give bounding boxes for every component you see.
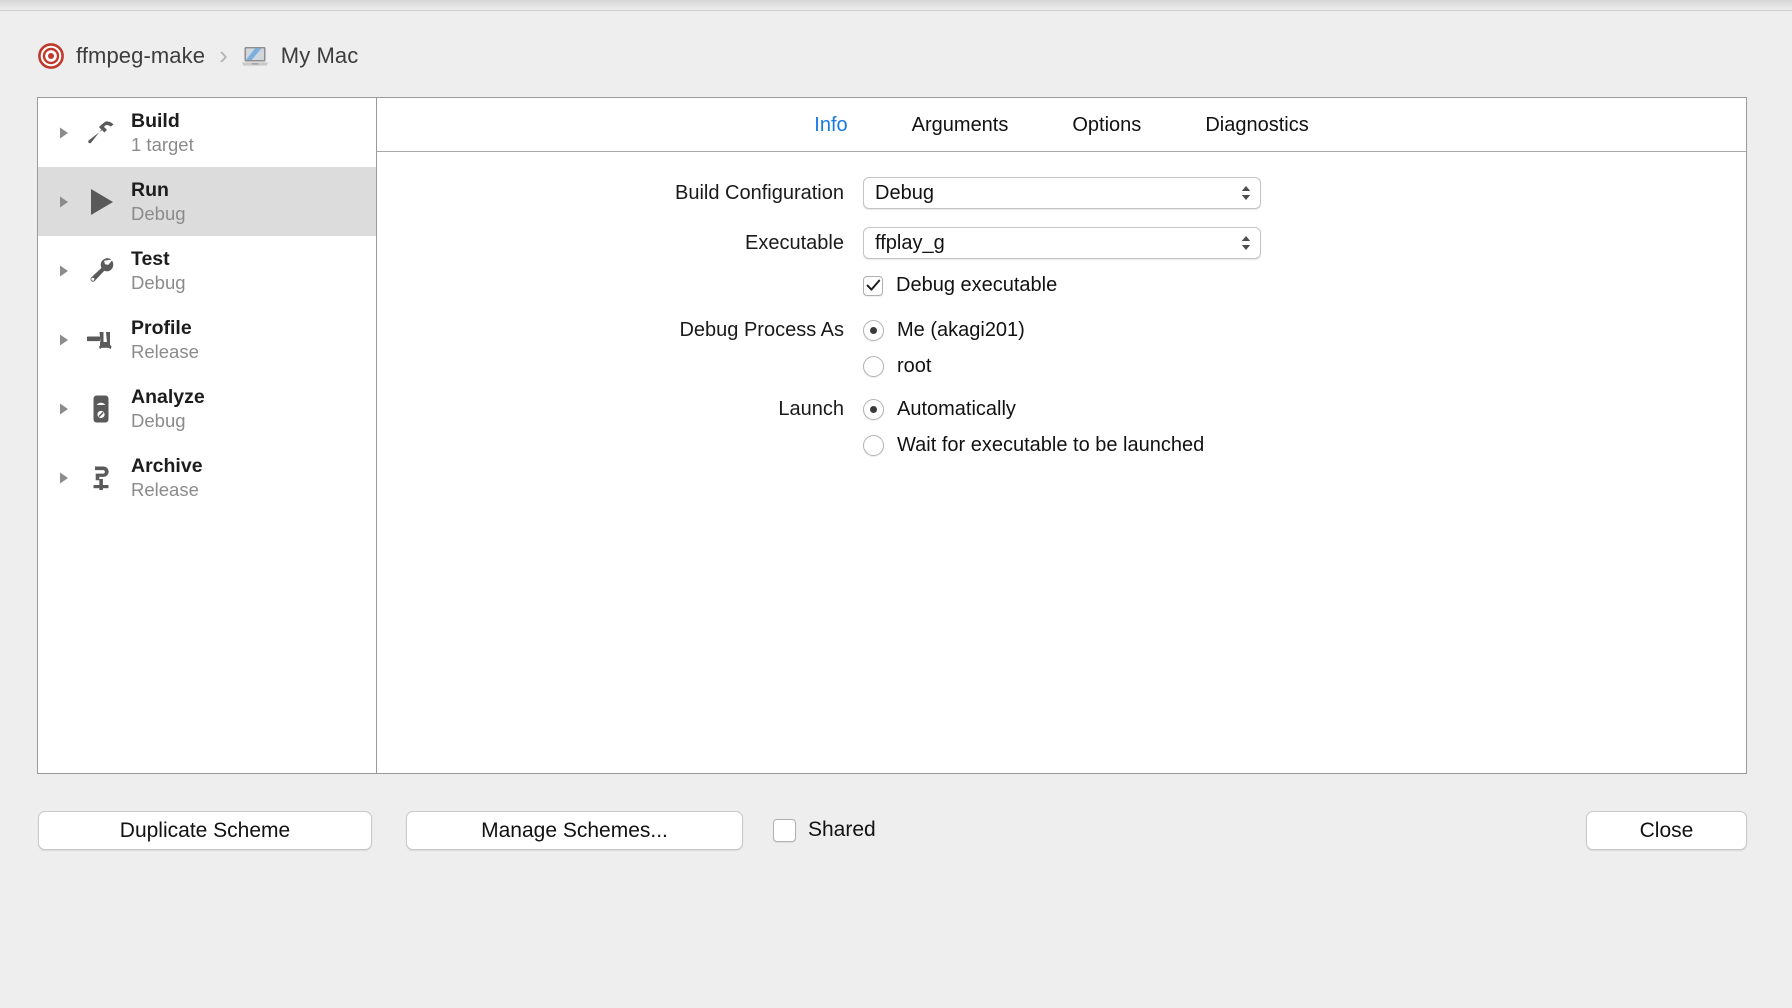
breadcrumb: ffmpeg-make › My Mac <box>38 38 358 74</box>
window-titlebar <box>0 0 1792 11</box>
sidebar-item-title: Archive <box>131 454 203 477</box>
info-form: Build Configuration Debug Executable ffp… <box>377 152 1746 773</box>
checkmark-icon <box>866 279 881 291</box>
analyze-icon <box>82 390 120 428</box>
target-icon <box>38 43 64 69</box>
build-configuration-label: Build Configuration <box>675 181 844 204</box>
radio-automatically[interactable] <box>863 399 884 420</box>
launch-option-wait[interactable]: Wait for executable to be launched <box>863 434 1204 457</box>
sidebar-item-title: Build <box>131 109 180 132</box>
caliper-icon <box>82 321 120 359</box>
sidebar-item-subtitle: Release <box>131 478 199 500</box>
debug-process-as-row-2: root <box>377 355 931 378</box>
sidebar-item-analyze[interactable]: Analyze Debug <box>38 374 376 443</box>
radio-me[interactable] <box>863 320 884 341</box>
debug-executable-label: Debug executable <box>896 274 1058 296</box>
chevron-updown-icon <box>1241 186 1251 200</box>
debug-executable-checkbox-group[interactable]: Debug executable <box>863 274 1057 297</box>
disclosure-triangle-icon[interactable] <box>57 195 71 209</box>
launch-label: Launch <box>778 398 844 420</box>
radio-wait-for-executable[interactable] <box>863 435 884 456</box>
build-configuration-value: Debug <box>875 181 934 204</box>
breadcrumb-destination-name[interactable]: My Mac <box>281 43 359 69</box>
sidebar-item-run[interactable]: Run Debug <box>38 167 376 236</box>
sidebar-item-build[interactable]: Build 1 target <box>38 98 376 167</box>
tab-diagnostics[interactable]: Diagnostics <box>1173 115 1340 135</box>
radio-me-label: Me (akagi201) <box>897 319 1025 341</box>
disclosure-triangle-icon[interactable] <box>57 402 71 416</box>
build-configuration-select[interactable]: Debug <box>863 177 1261 209</box>
radio-root[interactable] <box>863 356 884 377</box>
build-configuration-row: Build Configuration Debug <box>377 177 1261 209</box>
executable-row: Executable ffplay_g <box>377 227 1261 259</box>
sidebar-item-title: Run <box>131 178 169 201</box>
debug-process-as-option-root[interactable]: root <box>863 355 931 378</box>
radio-wait-for-executable-label: Wait for executable to be launched <box>897 434 1205 456</box>
sidebar-item-subtitle: Debug <box>131 271 186 293</box>
launch-row-2: Wait for executable to be launched <box>377 434 1204 457</box>
executable-label: Executable <box>745 231 844 254</box>
sidebar-item-title: Profile <box>131 316 192 339</box>
sidebar-item-subtitle: Debug <box>131 202 186 224</box>
debug-executable-checkbox[interactable] <box>863 275 883 296</box>
scheme-editor-panel: Build 1 target Run Debug Test Debug Prof… <box>37 97 1747 774</box>
sidebar-item-test[interactable]: Test Debug <box>38 236 376 305</box>
debug-executable-row: Debug executable <box>377 274 1057 297</box>
close-button[interactable]: Close <box>1586 811 1747 850</box>
wrench-icon <box>82 252 120 290</box>
sidebar-item-profile[interactable]: Profile Release <box>38 305 376 374</box>
debug-process-as-label: Debug Process As <box>679 319 844 341</box>
disclosure-triangle-icon[interactable] <box>57 471 71 485</box>
debug-process-as-row: Debug Process As Me (akagi201) <box>377 319 1025 342</box>
shared-label: Shared <box>808 818 876 841</box>
sidebar-item-title: Analyze <box>131 385 205 408</box>
sidebar-item-archive[interactable]: Archive Release <box>38 443 376 512</box>
disclosure-triangle-icon[interactable] <box>57 333 71 347</box>
breadcrumb-scheme-name[interactable]: ffmpeg-make <box>76 43 205 69</box>
shared-checkbox[interactable] <box>773 818 796 842</box>
clamp-icon <box>82 459 120 497</box>
manage-schemes-button[interactable]: Manage Schemes... <box>406 811 743 850</box>
launch-option-automatically[interactable]: Automatically <box>863 398 1016 421</box>
disclosure-triangle-icon[interactable] <box>57 264 71 278</box>
radio-automatically-label: Automatically <box>897 398 1016 420</box>
footer-bar: Duplicate Scheme Manage Schemes... Share… <box>0 800 1792 920</box>
duplicate-scheme-button[interactable]: Duplicate Scheme <box>38 811 372 850</box>
tab-options[interactable]: Options <box>1040 115 1173 135</box>
disclosure-triangle-icon[interactable] <box>57 126 71 140</box>
hammer-icon <box>82 114 120 152</box>
launch-row: Launch Automatically <box>377 398 1016 421</box>
sidebar-item-subtitle: 1 target <box>131 133 194 155</box>
shared-checkbox-group[interactable]: Shared <box>773 818 876 842</box>
debug-process-as-option-me[interactable]: Me (akagi201) <box>863 319 1025 342</box>
tab-bar: Info Arguments Options Diagnostics <box>377 98 1746 152</box>
scheme-actions-sidebar: Build 1 target Run Debug Test Debug Prof… <box>38 98 377 773</box>
tab-info[interactable]: Info <box>782 115 879 135</box>
executable-value: ffplay_g <box>875 231 945 254</box>
chevron-updown-icon <box>1241 236 1251 250</box>
scheme-detail-content: Info Arguments Options Diagnostics Build… <box>377 98 1746 773</box>
executable-select[interactable]: ffplay_g <box>863 227 1261 259</box>
sidebar-item-subtitle: Release <box>131 340 199 362</box>
breadcrumb-separator: › <box>219 40 228 70</box>
laptop-icon <box>241 46 268 66</box>
play-icon <box>82 183 120 221</box>
tab-arguments[interactable]: Arguments <box>880 115 1041 135</box>
sidebar-item-title: Test <box>131 247 170 270</box>
sidebar-item-subtitle: Debug <box>131 409 186 431</box>
radio-root-label: root <box>897 355 932 377</box>
